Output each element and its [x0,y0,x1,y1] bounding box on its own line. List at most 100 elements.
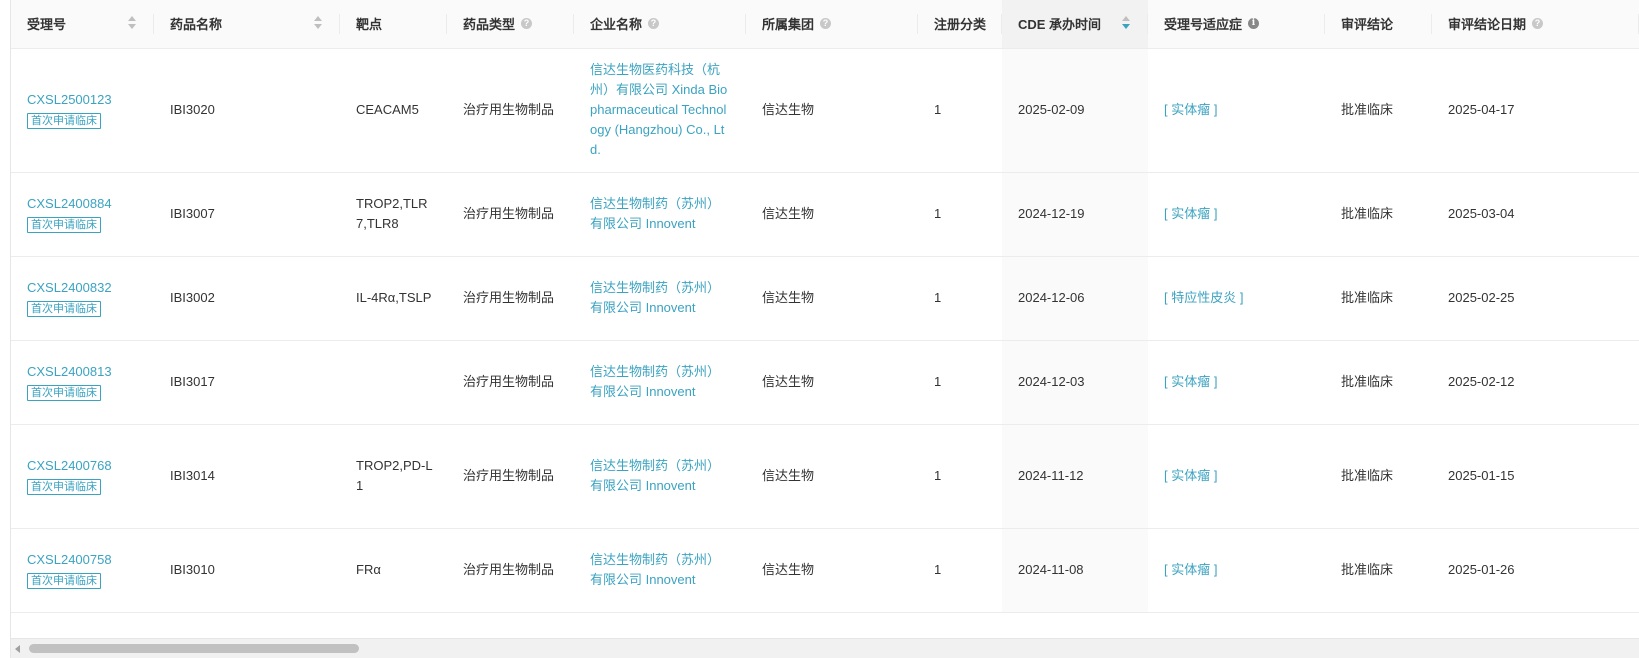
cell-indication: [ 实体瘤 ] [1148,48,1325,173]
accept-no-link[interactable]: CXSL2400813 [27,362,154,382]
column-header-drug-type: 药品类型? [447,0,574,49]
cell-accept-no: CXSL2400884 首次申请临床 [11,172,154,257]
cell-conclusion: 批准临床 [1325,48,1432,173]
sort-icon[interactable] [128,16,136,32]
table-row[interactable]: CXSL2400832 首次申请临床 IBI3002 IL-4Rα,TSLP 治疗用生物… [11,256,1639,341]
sort-icon[interactable] [314,16,322,32]
help-icon[interactable]: ? [521,18,533,30]
cell-target: CEACAM5 [340,48,447,173]
table-row[interactable]: CXSL2400758 首次申请临床 IBI3010 FRα 治疗用生物制品 信达生物制药… [11,528,1639,613]
cell-drug-type: 治疗用生物制品 [447,424,574,529]
indication-link[interactable]: [ 特应性皮炎 ] [1164,290,1243,305]
accept-no-link[interactable]: CXSL2400758 [27,550,154,570]
cell-group: 信达生物 [746,172,918,257]
registration-table: 受理号 药品名称 靶点 药品类型? 企业名称? 所属集团? 注册分类 CDE 承办时间 受理号适… [11,0,1639,613]
accept-no-link[interactable]: CXSL2400884 [27,194,154,214]
table-row[interactable]: CXSL2500123 首次申请临床 IBI3020 CEACAM5 治疗用生物制品 信达… [11,48,1639,173]
cell-reg-class: 1 [918,256,1002,341]
application-tag: 首次申请临床 [27,479,101,495]
company-link[interactable]: 信达生物制药（苏州）有限公司 Innovent [590,194,746,234]
application-tag: 首次申请临床 [27,301,101,317]
cell-drug-name: IBI3014 [154,424,340,529]
cell-company: 信达生物制药（苏州）有限公司 Innovent [574,340,746,425]
help-icon[interactable]: ? [1532,18,1544,30]
accept-no-link[interactable]: CXSL2400832 [27,278,154,298]
horizontal-scrollbar[interactable] [11,638,1639,658]
indication-link[interactable]: [ 实体瘤 ] [1164,102,1217,117]
column-header-label: 审评结论 [1341,17,1394,33]
application-tag: 首次申请临床 [27,385,101,401]
application-tag: 首次申请临床 [27,217,101,233]
cell-conclusion-date: 2025-01-15 [1432,424,1639,529]
cell-indication: [ 特应性皮炎 ] [1148,256,1325,341]
table-row[interactable]: CXSL2400884 首次申请临床 IBI3007 TROP2,TLR7,TLR8 治… [11,172,1639,257]
column-header-target: 靶点 [340,0,447,49]
cell-cde-date: 2024-11-08 [1002,528,1148,613]
cell-indication: [ 实体瘤 ] [1148,528,1325,613]
cell-conclusion: 批准临床 [1325,340,1432,425]
company-link[interactable]: 信达生物制药（苏州）有限公司 Innovent [590,278,746,318]
table-body: CXSL2500123 首次申请临床 IBI3020 CEACAM5 治疗用生物制品 信达… [11,48,1639,613]
cell-cde-date: 2024-12-06 [1002,256,1148,341]
cell-conclusion-date: 2025-04-17 [1432,48,1639,173]
cell-cde-date: 2024-11-12 [1002,424,1148,529]
column-header-indication: 受理号适应症 i [1148,0,1325,49]
column-header-group: 所属集团? [746,0,918,49]
cell-reg-class: 1 [918,172,1002,257]
column-header-label: 靶点 [356,17,383,33]
indication-link[interactable]: [ 实体瘤 ] [1164,468,1217,483]
help-icon[interactable]: ? [648,18,660,30]
cell-drug-type: 治疗用生物制品 [447,48,574,173]
scroll-left-arrow-icon[interactable] [15,645,20,653]
cell-cde-date: 2024-12-03 [1002,340,1148,425]
cell-drug-name: IBI3017 [154,340,340,425]
table-row[interactable]: CXSL2400768 首次申请临床 IBI3014 TROP2,PD-L1 治疗用生物… [11,424,1639,529]
cell-conclusion: 批准临床 [1325,424,1432,529]
cell-target: TROP2,TLR7,TLR8 [340,172,447,257]
cell-conclusion: 批准临床 [1325,172,1432,257]
column-header-label: 受理号 [27,17,67,33]
accept-no-link[interactable]: CXSL2500123 [27,90,154,110]
cell-reg-class: 1 [918,340,1002,425]
company-link[interactable]: 信达生物医药科技（杭州）有限公司 Xinda Biopharmaceutical… [590,60,746,160]
cell-drug-name: IBI3020 [154,48,340,173]
cell-company: 信达生物制药（苏州）有限公司 Innovent [574,528,746,613]
column-header-label: 药品类型 [463,17,516,33]
table-row[interactable]: CXSL2400813 首次申请临床 IBI3017 治疗用生物制品 信达生物制药（苏州… [11,340,1639,425]
cell-group: 信达生物 [746,528,918,613]
cell-target: FRα [340,528,447,613]
column-header-cde-date[interactable]: CDE 承办时间 [1002,0,1148,49]
application-tag: 首次申请临床 [27,573,101,589]
cell-reg-class: 1 [918,48,1002,173]
cell-reg-class: 1 [918,528,1002,613]
indication-link[interactable]: [ 实体瘤 ] [1164,374,1217,389]
cell-cde-date: 2025-02-09 [1002,48,1148,173]
cell-group: 信达生物 [746,340,918,425]
info-icon[interactable]: i [1248,18,1260,30]
cell-indication: [ 实体瘤 ] [1148,424,1325,529]
column-header-accept-no[interactable]: 受理号 [11,0,154,49]
company-link[interactable]: 信达生物制药（苏州）有限公司 Innovent [590,362,746,402]
indication-link[interactable]: [ 实体瘤 ] [1164,206,1217,221]
column-header-drug-name[interactable]: 药品名称 [154,0,340,49]
indication-link[interactable]: [ 实体瘤 ] [1164,562,1217,577]
cell-conclusion: 批准临床 [1325,528,1432,613]
column-header-company: 企业名称? [574,0,746,49]
column-header-label: 所属集团 [762,17,815,33]
accept-no-link[interactable]: CXSL2400768 [27,456,154,476]
cell-accept-no: CXSL2400813 首次申请临床 [11,340,154,425]
column-header-label: 受理号适应症 [1164,17,1243,33]
sort-icon[interactable] [1122,16,1130,32]
cell-drug-name: IBI3010 [154,528,340,613]
cell-company: 信达生物制药（苏州）有限公司 Innovent [574,256,746,341]
company-link[interactable]: 信达生物制药（苏州）有限公司 Innovent [590,550,746,590]
help-icon[interactable]: ? [820,18,832,30]
company-link[interactable]: 信达生物制药（苏州）有限公司 Innovent [590,456,746,496]
cell-drug-type: 治疗用生物制品 [447,256,574,341]
cell-drug-name: IBI3002 [154,256,340,341]
application-tag: 首次申请临床 [27,113,101,129]
cell-conclusion-date: 2025-03-04 [1432,172,1639,257]
scrollbar-thumb[interactable] [29,644,359,653]
cell-target: TROP2,PD-L1 [340,424,447,529]
cell-group: 信达生物 [746,48,918,173]
